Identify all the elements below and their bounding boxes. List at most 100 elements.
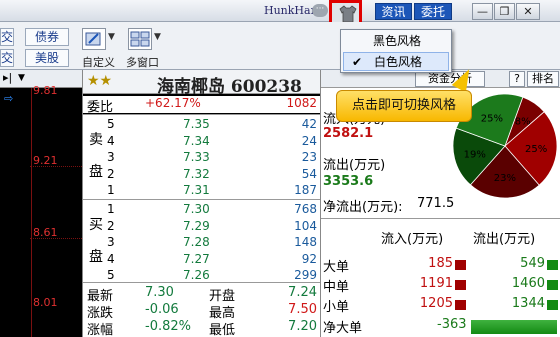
quote-panel: ★★ 海南椰岛 600238 委比 +62.17% 1082 卖 盘 5 7.35…: [82, 70, 321, 337]
sell-volume: 54: [301, 166, 317, 181]
buy-volume: 104: [294, 218, 317, 233]
sell-price: 7.32: [183, 166, 210, 181]
chevron-down-icon[interactable]: ▼: [18, 73, 25, 83]
order-ratio-pct: +62.17%: [145, 96, 201, 110]
sell-row[interactable]: 4 7.34 24: [83, 134, 321, 151]
buy-volume: 768: [294, 202, 317, 216]
grid-line: [30, 238, 82, 239]
sell-orderbook: 卖 盘 5 7.35 42 4 7.34 24 3 7.33 23 2 7.32 54 1 7.31 187: [83, 114, 321, 199]
buy-row[interactable]: 2 7.29 104: [83, 219, 321, 236]
toolbar-item-trade-2[interactable]: 交: [0, 49, 14, 67]
buy-volume: 299: [294, 268, 317, 282]
sell-level: 5: [107, 117, 115, 131]
sell-row[interactable]: 5 7.35 42: [83, 117, 321, 134]
stock-header: ★★ 海南椰岛 600238: [83, 70, 321, 97]
outflow-bar: [547, 280, 558, 290]
buy-price: 7.27: [183, 251, 210, 266]
pie-slice-label: 23%: [494, 173, 516, 184]
buy-row[interactable]: 3 7.28 148: [83, 235, 321, 252]
inflow-bar: [455, 300, 466, 310]
sell-row[interactable]: 3 7.33 23: [83, 150, 321, 167]
capital-row: 小单 1205 1344: [321, 296, 560, 315]
summary-label: 涨幅: [87, 323, 114, 337]
capital-row-in: 1191: [419, 276, 453, 291]
grid-line: [30, 166, 82, 167]
tab-order[interactable]: 委托: [414, 3, 452, 20]
sell-level: 4: [107, 133, 115, 148]
capital-row: 大单 185 549: [321, 256, 560, 275]
capital-row-label: 中单: [323, 280, 350, 295]
sell-price: 7.31: [183, 183, 210, 197]
menu-item-label: 白色风格: [374, 55, 423, 69]
price-chart[interactable]: ▸| ▼ ⇨ 9.81 9.21 8.61 8.01: [0, 70, 82, 337]
net-big-label: 净大单: [323, 321, 363, 336]
sell-level: 3: [107, 150, 115, 164]
tab-info[interactable]: 资讯: [375, 3, 412, 20]
menu-item-white-theme[interactable]: ✔ 白色风格: [343, 52, 449, 71]
sell-volume: 24: [301, 133, 317, 148]
chevron-down-icon[interactable]: ▼: [108, 32, 115, 42]
sell-row[interactable]: 2 7.32 54: [83, 167, 321, 184]
star-icon[interactable]: ★★: [87, 73, 112, 89]
bond-button[interactable]: 债券: [25, 28, 69, 46]
buy-row[interactable]: 4 7.27 92: [83, 252, 321, 269]
order-ratio-row: 委比 +62.17% 1082: [83, 96, 321, 115]
title-bar: HunkHan ··· 资讯 委托 — ❐ ✕: [0, 0, 560, 25]
capital-row-out: 549: [520, 256, 545, 271]
summary-value: -0.82%: [145, 319, 191, 334]
buy-price: 7.30: [183, 202, 210, 216]
sell-volume: 187: [294, 183, 317, 197]
buy-level: 2: [107, 218, 115, 233]
more-button[interactable]: ···: [312, 4, 328, 17]
toolbar-item-trade[interactable]: 交: [0, 28, 14, 46]
net-big-bar: [471, 320, 557, 334]
sell-price: 7.33: [183, 150, 210, 164]
sell-row[interactable]: 1 7.31 187: [83, 183, 321, 200]
inflow-value: 2582.1: [323, 126, 374, 141]
table-header-in: 流入(万元): [381, 232, 444, 247]
arrow-right-icon: ⇨: [4, 92, 14, 105]
buy-row[interactable]: 1 7.30 768: [83, 202, 321, 219]
us-stock-button[interactable]: 美股: [25, 49, 69, 67]
restore-button[interactable]: ❐: [494, 3, 515, 20]
close-button[interactable]: ✕: [516, 3, 540, 20]
chart-nav-icon[interactable]: ▸|: [3, 71, 12, 84]
pie-slice-label: 25%: [525, 144, 547, 155]
outflow-bar: [547, 260, 558, 270]
chevron-down-icon[interactable]: ▼: [154, 32, 161, 42]
table-header-out: 流出(万元): [473, 232, 536, 247]
capital-row-in: 185: [428, 256, 453, 271]
price-tick: 9.81: [33, 84, 58, 97]
pie-slice-label: 19%: [464, 150, 486, 161]
sell-price: 7.34: [183, 133, 210, 148]
outflow-label: 流出(万元): [323, 158, 386, 173]
buy-price: 7.28: [183, 235, 210, 249]
check-icon: ✔: [352, 55, 363, 69]
summary-value-2: 7.20: [288, 319, 317, 334]
menu-item-black-theme[interactable]: 黑色风格: [343, 32, 449, 51]
buy-volume: 148: [294, 235, 317, 249]
net-big-row: 净大单 -363: [321, 317, 560, 336]
minimize-button[interactable]: —: [472, 3, 493, 20]
inflow-bar: [455, 260, 466, 270]
ranking-button[interactable]: 排名: [527, 71, 559, 87]
tooltip-callout: 点击即可切换风格: [336, 90, 472, 122]
custom-layout-icon[interactable]: [82, 28, 106, 50]
toolbar: 交 交 债券 美股 ▼ 自定义 ▼ 多窗口: [0, 22, 560, 70]
sell-level: 1: [107, 183, 115, 197]
buy-level: 5: [107, 268, 115, 282]
capital-row-out: 1460: [511, 276, 545, 291]
order-ratio-label: 委比: [87, 100, 114, 115]
inflow-bar: [455, 280, 466, 290]
capital-row-label: 小单: [323, 300, 350, 315]
outflow-value: 3353.6: [323, 174, 374, 189]
sell-price: 7.35: [183, 117, 210, 131]
buy-level: 3: [107, 235, 115, 249]
multi-window-icon[interactable]: [128, 28, 152, 50]
capital-row-in: 1205: [419, 296, 453, 311]
pie-slice-label: 25%: [481, 114, 503, 125]
summary-value-2: 7.50: [288, 302, 317, 317]
buy-price: 7.29: [183, 218, 210, 233]
capital-row: 中单 1191 1460: [321, 276, 560, 295]
help-button[interactable]: ?: [509, 71, 525, 87]
